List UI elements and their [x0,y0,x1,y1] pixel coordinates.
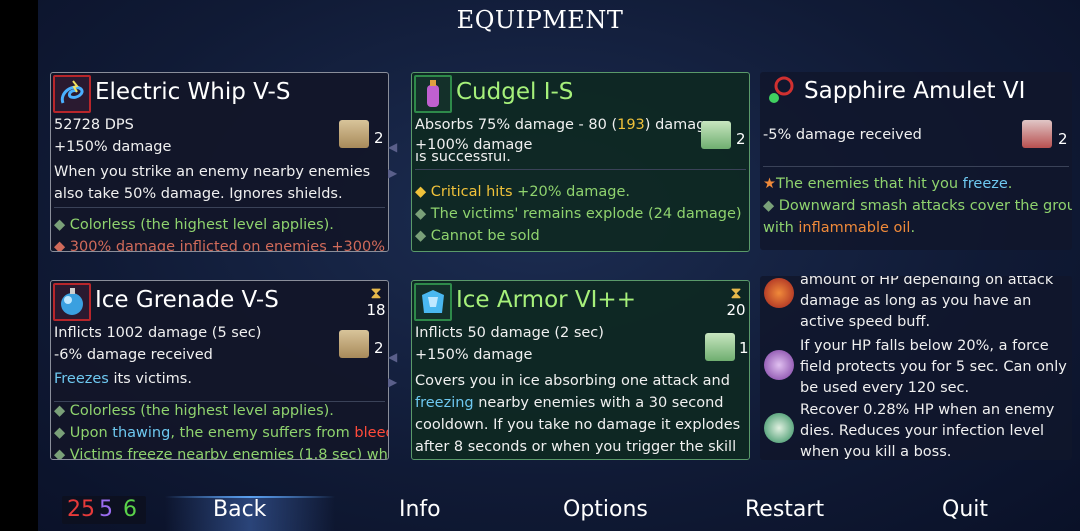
card-name: Ice Armor VI++ [456,287,636,313]
damage-received-line: -5% damage received [763,127,922,143]
bullet-victims-freeze: ◆ Victims freeze nearby enemies (1.8 sec… [54,447,389,460]
electric-whip-icon [53,75,91,113]
mutation-green-mouth-icon [764,413,794,443]
scroll-count: 2 [374,129,384,147]
back-button[interactable]: Back [213,497,266,522]
stat-brutality: 25 [67,497,95,522]
mutation-red-face-icon [764,278,794,308]
cut-text: is successful. [415,153,511,164]
bullet-critical: ◆ Critical hits +20% damage. [415,184,630,200]
damage-line: Inflicts 1002 damage (5 sec) [54,325,262,341]
hourglass-icon: ⧗ [730,283,742,302]
mutation-text: amount of HP depending on attack damage … [800,276,1054,330]
bullet-explode: ◆ The victims' remains explode (24 damag… [415,206,742,222]
stat-survival: 6 [123,497,137,522]
bullet-cannot-sell: ◆ Cannot be sold [415,228,540,244]
connector-arrow: ▶ [388,375,398,389]
left-edge-bar [0,0,38,531]
bullet-damage-bonus: ◆ 300% damage inflicted on enemies +300% [54,239,385,252]
divider [54,207,385,208]
connector-arrow: ◀ [388,350,398,364]
bullet-thawing: ◆ Upon thawing, the enemy suffers from b… [54,425,388,441]
amulet-icon [762,74,800,112]
bullet-colorless: ◆ Colorless (the highest level applies). [54,217,334,233]
damage-bonus-line: +150% damage [54,139,172,155]
bullet-smash: ◆ Downward smash attacks cover the groun… [763,198,1072,214]
card-ice-armor[interactable]: Ice Armor VI++ ⧗ 20 Inflicts 50 damage (2… [411,280,750,460]
scroll-count: 2 [736,130,746,148]
screen-title: EQUIPMENT [456,6,624,34]
damage-line: Inflicts 50 damage (2 sec) [415,325,604,341]
cudgel-icon [414,75,452,113]
ice-armor-icon [414,283,452,321]
scroll-count: 2 [1058,130,1068,148]
cooldown-timer: ⧗ 20 [726,283,746,320]
quit-button[interactable]: Quit [942,497,988,522]
freezes-line: Freezes its victims. [54,371,192,387]
mutation-text: If your HP falls below 20%, a force fiel… [800,338,1067,396]
scroll-icon [705,333,735,361]
scroll-icon [1022,120,1052,148]
scroll-icon [339,120,369,148]
info-button[interactable]: Info [399,497,441,522]
connector-arrow: ▶ [388,166,398,180]
bullet-colorless: ◆ Colorless (the highest level applies). [54,403,334,419]
bullet-oil: with inflammable oil. [763,220,916,236]
card-name: Cudgel I-S [456,79,574,105]
options-button[interactable]: Options [563,497,648,522]
scroll-icon [339,330,369,358]
card-mutations[interactable]: amount of HP depending on attack damage … [760,276,1072,460]
damage-received-line: -6% damage received [54,347,213,363]
description: Covers you in ice absorbing one attack a… [415,373,741,455]
divider [54,401,385,402]
mutation-purple-orb-icon [764,350,794,380]
card-cudgel[interactable]: Cudgel I-S Absorbs 75% damage - 80 (193)… [411,72,750,252]
card-electric-whip[interactable]: Electric Whip V-S 52728 DPS +150% damage… [50,72,389,252]
stat-tactics: 5 [99,497,113,522]
ice-grenade-icon [53,283,91,321]
hourglass-icon: ⧗ [370,283,382,302]
scroll-icon [701,121,731,149]
card-ice-grenade[interactable]: Ice Grenade V-S ⧗ 18 Inflicts 1002 damage… [50,280,389,460]
card-name: Sapphire Amulet VI [804,78,1026,104]
connector-arrow: ◀ [388,140,398,154]
mutation-text: Recover 0.28% HP when an enemy dies. Red… [800,402,1055,460]
damage-bonus-line: +150% damage [415,347,533,363]
cooldown-timer: ⧗ 18 [366,283,386,320]
card-name: Ice Grenade V-S [95,287,279,313]
restart-button[interactable]: Restart [745,497,824,522]
description: When you strike an enemy nearby enemies … [54,164,371,202]
dps-line: 52728 DPS [54,117,134,133]
card-sapphire-amulet[interactable]: Sapphire Amulet VI -5% damage received 2… [760,72,1072,250]
bullet-freeze: ★The enemies that hit you freeze. [763,176,1013,192]
card-name: Electric Whip V-S [95,79,291,105]
scroll-count: 1 [739,339,749,357]
divider [415,169,746,170]
absorb-line: Absorbs 75% damage - 80 (193) damage [415,117,715,133]
divider [763,166,1069,167]
scroll-count: 2 [374,339,384,357]
damage-bonus-line: +100% damage [415,137,533,153]
